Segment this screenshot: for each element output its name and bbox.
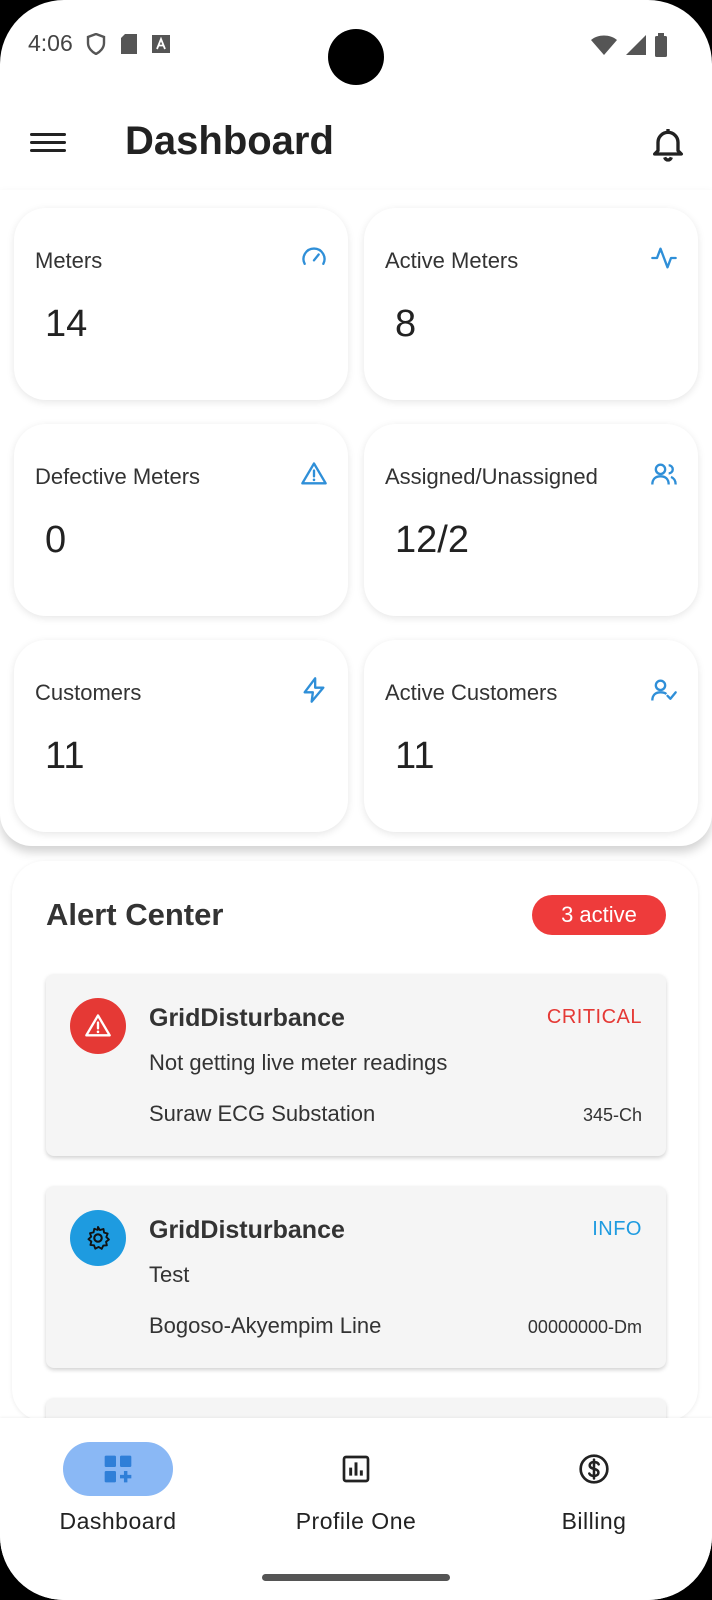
stat-value: 8 [395,303,417,345]
alert-item[interactable]: GridDisturbance CRITICAL Not getting liv… [46,974,666,1156]
app-bar: Dashboard [0,96,712,192]
status-system-icons [590,33,668,57]
warning-icon [85,1014,111,1037]
stat-value: 11 [395,735,435,777]
stat-card-assigned-unassigned[interactable]: Assigned/Unassigned 12/2 [364,424,698,616]
nav-item-profile-one[interactable]: Profile One [256,1442,456,1542]
dollar-circle-icon [579,1454,609,1484]
signal-icon [626,35,646,55]
stat-label: Active Meters [385,248,519,273]
stat-label: Customers [35,680,142,705]
stat-label: Defective Meters [35,464,201,489]
alert-title: GridDisturbance [149,1004,345,1032]
font-a-icon [152,35,170,53]
activity-icon [651,247,677,269]
bell-icon [653,129,683,162]
shield-icon [86,33,106,55]
nav-pill [301,1442,411,1496]
alert-message: Not getting live meter readings [149,1050,448,1075]
alert-severity: INFO [592,1218,642,1240]
bottom-navigation: Dashboard Profile One Billing [0,1418,712,1600]
sd-card-icon [121,34,137,54]
users-icon [651,463,677,485]
status-bar: 4:06 [0,0,712,96]
stat-value: 0 [45,519,67,561]
nav-item-dashboard[interactable]: Dashboard [18,1442,218,1542]
alert-location: Bogoso-Akyempim Line [149,1313,382,1338]
menu-button[interactable] [30,128,66,158]
warning-triangle-icon [301,462,327,485]
alert-message: Test [149,1262,190,1287]
stats-panel: Meters 14 Active Meters 8 Defective Mete… [0,190,712,846]
alert-code: 00000000-Dm [527,1317,642,1337]
alert-avatar [70,1210,126,1266]
active-alerts-badge: 3 active [532,895,666,935]
home-indicator[interactable] [262,1574,450,1581]
stat-value: 11 [45,735,85,777]
stat-label: Assigned/Unassigned [385,464,598,489]
camera-cutout [328,29,384,85]
alert-avatar [70,998,126,1054]
page-title: Dashboard [125,119,334,163]
lightning-icon [303,677,325,703]
speedometer-icon [302,247,326,265]
nav-pill [539,1442,649,1496]
user-check-icon [651,679,677,701]
wifi-icon [591,35,617,55]
alert-item[interactable]: GridDisturbance INFO Test Bogoso-Akyempi… [46,1186,666,1368]
nav-label: Billing [561,1508,627,1534]
stat-card-meters[interactable]: Meters 14 [14,208,348,400]
nav-label: Dashboard [59,1508,177,1534]
stat-card-customers[interactable]: Customers 11 [14,640,348,832]
status-notification-icons [86,33,170,55]
battery-icon [655,33,667,57]
notifications-button[interactable] [648,124,688,164]
dashboard-add-icon [104,1455,132,1483]
nav-active-pill [63,1442,173,1496]
stat-card-active-meters[interactable]: Active Meters 8 [364,208,698,400]
phone-screen: 4:06 Dashboard Meters 14 Active Meters 8… [0,0,712,1600]
alert-location: Suraw ECG Substation [149,1101,376,1126]
alert-center-title: Alert Center [46,897,224,932]
stat-label: Active Customers [385,680,558,705]
stat-card-defective-meters[interactable]: Defective Meters 0 [14,424,348,616]
alert-code: 345-Ch [582,1105,642,1125]
stat-value: 12/2 [395,519,469,561]
stat-card-active-customers[interactable]: Active Customers 11 [364,640,698,832]
alert-severity: CRITICAL [546,1006,642,1028]
nav-item-billing[interactable]: Billing [494,1442,694,1542]
alert-center-panel: Alert Center 3 active GridDisturbance CR… [12,861,698,1421]
status-time: 4:06 [28,30,73,56]
bar-chart-icon [342,1455,370,1483]
stat-value: 14 [45,303,88,345]
nav-label: Profile One [295,1508,417,1534]
stat-label: Meters [35,248,103,273]
alert-title: GridDisturbance [149,1216,345,1244]
gear-icon [87,1225,110,1250]
